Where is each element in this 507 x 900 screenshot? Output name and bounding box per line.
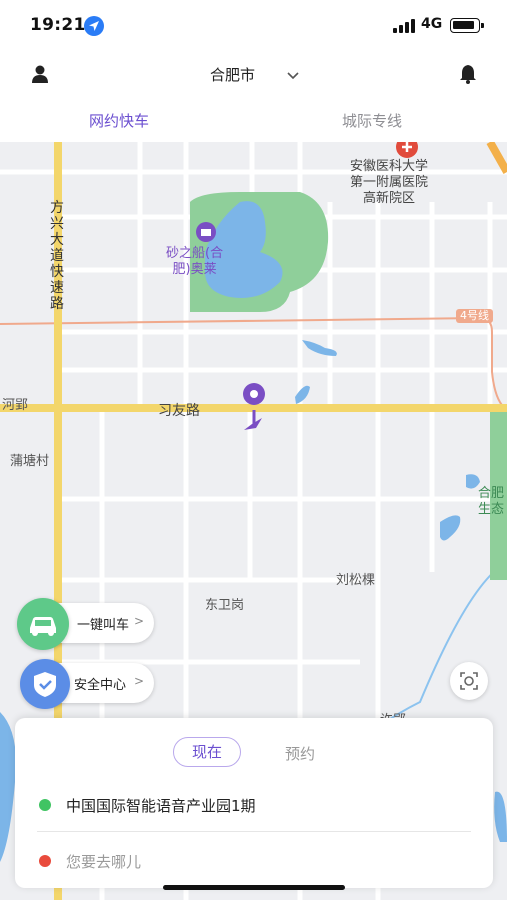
status-bar: 19:21 4G (0, 0, 507, 52)
target-icon (460, 672, 478, 690)
one-click-call-label: 一键叫车 (77, 618, 130, 633)
network-type: 4G (421, 16, 443, 32)
tab-express[interactable]: 网约快车 (89, 110, 149, 131)
map-label-expressway: 方 兴 大 道 快 速 路 (50, 200, 64, 312)
safety-center-label: 安全中心 (74, 678, 127, 693)
ride-schedule-option[interactable]: 预约 (285, 743, 315, 764)
map-label-hospital: 安徽医科大学 第一附属医院 高新院区 (350, 159, 429, 206)
destination-input[interactable]: 您要去哪儿 (66, 851, 141, 872)
chevron-down-icon[interactable] (286, 66, 300, 80)
home-indicator (163, 885, 345, 890)
map-label-outlet: 砂之船(合 肥)奥莱 (166, 246, 224, 277)
map-label-heying: 河郢 (2, 398, 29, 413)
map-label-eco-park: 合肥 生态 (478, 486, 505, 517)
pickup-location[interactable]: 中国国际智能语音产业园1期 (66, 795, 256, 816)
chevron-right-icon: > (133, 614, 144, 628)
tab-intercity[interactable]: 城际专线 (342, 110, 402, 131)
divider (37, 831, 471, 832)
city-name: 合肥市 (210, 66, 256, 84)
status-time: 19:21 (30, 15, 86, 35)
location-services-icon (84, 16, 104, 36)
service-tabs: 网约快车 城际专线 (0, 100, 507, 142)
pickup-dot-icon (39, 799, 51, 811)
destination-dot-icon (39, 855, 51, 867)
map-label-liusong: 刘松棵 (336, 573, 376, 588)
chevron-right-icon: > (133, 674, 144, 688)
recenter-location-button[interactable] (450, 662, 488, 700)
ride-now-option[interactable]: 现在 (173, 737, 241, 767)
metro-line-badge: 4号线 (456, 309, 493, 323)
battery-icon (450, 18, 484, 33)
booking-card: 现在 预约 中国国际智能语音产业园1期 您要去哪儿 (15, 718, 493, 888)
user-profile-icon[interactable] (30, 64, 50, 84)
city-selector[interactable]: 合肥市 (210, 64, 255, 85)
notification-bell-icon[interactable] (458, 63, 478, 85)
map-label-putang: 蒲塘村 (10, 454, 50, 469)
app-header: 合肥市 (0, 52, 507, 97)
map-label-xiyou-road: 习友路 (158, 403, 200, 419)
map-label-dongweigang: 东卫岗 (205, 598, 245, 613)
shield-icon[interactable] (20, 659, 70, 709)
car-icon[interactable] (17, 598, 69, 650)
signal-strength-icon (393, 19, 415, 33)
